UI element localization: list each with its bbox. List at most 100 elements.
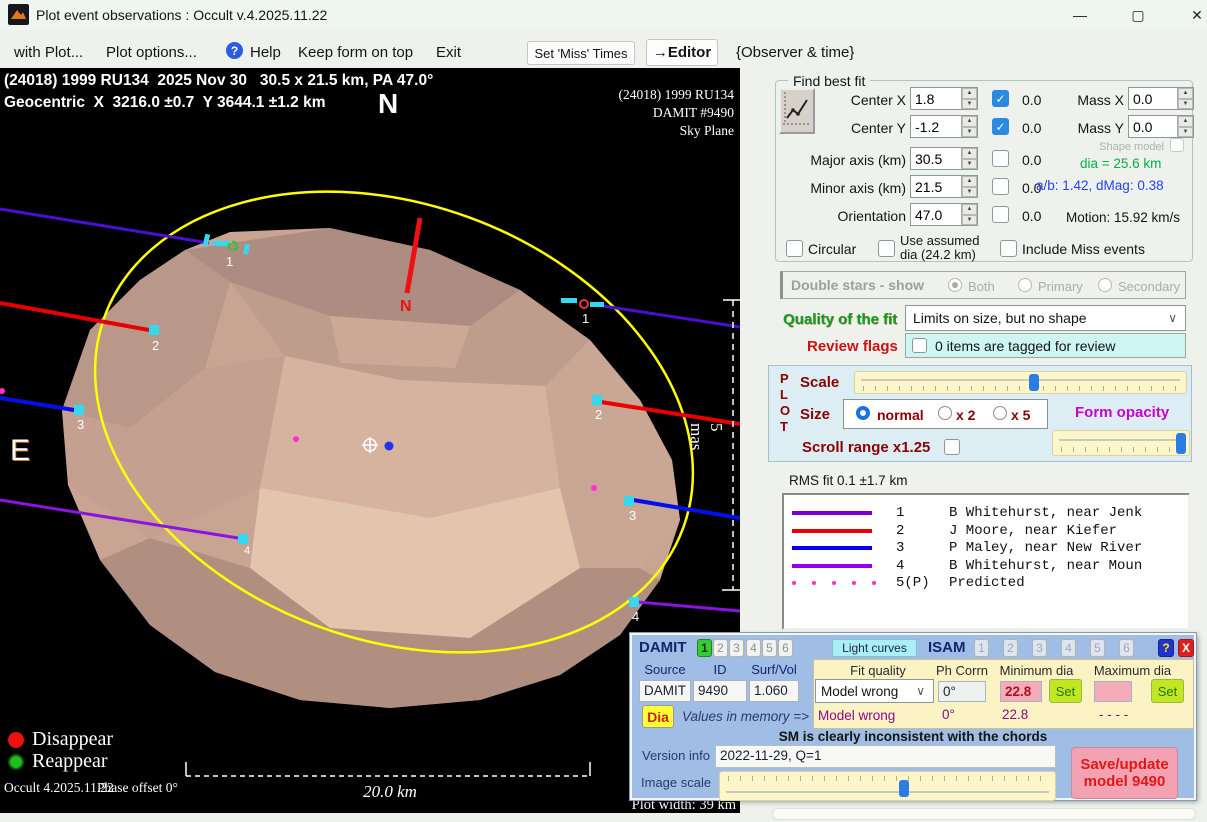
center-y-checkbox[interactable]: ✓ (992, 118, 1009, 135)
maximize-icon[interactable]: ▢ (1123, 4, 1153, 26)
damit-close-icon[interactable]: X (1178, 639, 1194, 657)
scale-slider-thumb[interactable] (1029, 374, 1039, 391)
center-x-input[interactable] (911, 88, 961, 109)
center-x-field[interactable]: ▲▼ (910, 87, 978, 110)
size-x2-radio[interactable] (938, 406, 952, 420)
damit-model-2-button[interactable]: 2 (713, 639, 728, 657)
image-scale-thumb[interactable] (899, 780, 909, 797)
use-assumed-checkbox[interactable] (878, 240, 895, 257)
spin-up-icon[interactable]: ▲ (1178, 88, 1193, 99)
mass-x-field[interactable]: ▲▼ (1128, 87, 1194, 110)
damit-help-icon[interactable]: ? (1158, 639, 1174, 657)
close-icon[interactable]: ✕ (1182, 4, 1207, 26)
size-x5-radio[interactable] (993, 406, 1007, 420)
damit-model-6-button[interactable]: 6 (778, 639, 793, 657)
observer-row[interactable]: 1 B Whitehurst, near Jenk (784, 504, 1188, 522)
observer-row[interactable]: 2 J Moore, near Kiefer (784, 522, 1188, 540)
include-miss-checkbox[interactable] (1000, 240, 1017, 257)
circular-checkbox[interactable] (786, 240, 803, 257)
minimize-icon[interactable]: — (1065, 4, 1095, 26)
minor-axis-field[interactable]: ▲▼ (910, 175, 978, 198)
review-flags-checkbox[interactable] (912, 338, 927, 353)
spin-up-icon[interactable]: ▲ (962, 116, 977, 127)
version-info-field[interactable]: 2022-11-29, Q=1 (715, 745, 1056, 768)
observer-row[interactable]: 4 B Whitehurst, near Moun (784, 557, 1188, 575)
major-axis-input[interactable] (911, 148, 961, 169)
damit-model-5-button[interactable]: 5 (762, 639, 777, 657)
observer-row[interactable]: 5(P) Predicted (784, 574, 1188, 592)
form-opacity-thumb[interactable] (1176, 433, 1186, 454)
image-scale-slider[interactable] (719, 771, 1056, 801)
dia-button[interactable]: Dia (642, 705, 674, 728)
save-update-button[interactable]: Save/update model 9490 (1071, 747, 1178, 799)
size-normal-radio[interactable] (856, 406, 870, 420)
isam-2-button[interactable]: 2 (1003, 639, 1018, 657)
spin-down-icon[interactable]: ▼ (962, 187, 977, 198)
light-curves-button[interactable]: Light curves (832, 639, 917, 657)
scale-slider[interactable] (854, 371, 1187, 394)
spin-up-icon[interactable]: ▲ (1178, 116, 1193, 127)
observer-list[interactable]: 1 B Whitehurst, near Jenk 2 J Moore, nea… (782, 493, 1190, 630)
center-x-checkbox[interactable]: ✓ (992, 90, 1009, 107)
spin-down-icon[interactable]: ▼ (962, 127, 977, 138)
scroll-range-checkbox[interactable] (944, 439, 960, 455)
menu-help[interactable]: Help (250, 44, 281, 61)
dia-value-label: dia = 25.6 km (1080, 156, 1161, 171)
spin-down-icon[interactable]: ▼ (962, 99, 977, 110)
spin-up-icon[interactable]: ▲ (962, 176, 977, 187)
fit-quality-dropdown[interactable]: Model wrong ∨ (815, 679, 934, 703)
menu-keep-on-top[interactable]: Keep form on top (298, 44, 413, 61)
quality-dropdown[interactable]: Limits on size, but no shape ∨ (905, 305, 1186, 331)
shape-model-checkbox[interactable] (1170, 138, 1184, 152)
version-info-label: Version info (642, 748, 710, 763)
spin-down-icon[interactable]: ▼ (962, 159, 977, 170)
center-y-field[interactable]: ▲▼ (910, 115, 978, 138)
set-min-button[interactable]: Set (1049, 679, 1082, 703)
use-assumed-label1: Use assumed (900, 233, 979, 248)
menu-exit[interactable]: Exit (436, 44, 461, 61)
secondary-radio[interactable] (1098, 278, 1112, 292)
set-max-button[interactable]: Set (1151, 679, 1184, 703)
both-radio[interactable] (948, 278, 962, 292)
spin-down-icon[interactable]: ▼ (1178, 127, 1193, 138)
help-icon[interactable]: ? (226, 42, 243, 59)
center-y-aux: 0.0 (1022, 120, 1041, 136)
orientation-checkbox[interactable] (992, 206, 1009, 223)
horizontal-scrollbar[interactable] (772, 808, 1196, 820)
menu-with-plot[interactable]: with Plot... (14, 44, 83, 61)
spin-up-icon[interactable]: ▲ (962, 204, 977, 215)
observer-row[interactable]: 3 P Maley, near New River (784, 539, 1188, 557)
isam-1-button[interactable]: 1 (974, 639, 989, 657)
orientation-field[interactable]: ▲▼ (910, 203, 978, 226)
mass-x-input[interactable] (1129, 88, 1177, 109)
ph-corrn-field[interactable]: 0° (938, 681, 986, 702)
primary-radio[interactable] (1018, 278, 1032, 292)
damit-model-1-button[interactable]: 1 (697, 639, 712, 657)
isam-6-button[interactable]: 6 (1119, 639, 1134, 657)
center-y-input[interactable] (911, 116, 961, 137)
damit-model-3-button[interactable]: 3 (729, 639, 744, 657)
mass-y-field[interactable]: ▲▼ (1128, 115, 1194, 138)
spin-down-icon[interactable]: ▼ (962, 215, 977, 226)
set-miss-times-button[interactable]: Set 'Miss' Times (527, 41, 635, 65)
mass-y-input[interactable] (1129, 116, 1177, 137)
minor-axis-input[interactable] (911, 176, 961, 197)
major-axis-checkbox[interactable] (992, 150, 1009, 167)
reappear-label: Reappear (32, 750, 108, 773)
min-dia-field[interactable]: 22.8 (1000, 681, 1042, 702)
spin-up-icon[interactable]: ▲ (962, 148, 977, 159)
editor-button[interactable]: →Editor (646, 39, 718, 66)
damit-model-4-button[interactable]: 4 (746, 639, 761, 657)
isam-4-button[interactable]: 4 (1061, 639, 1076, 657)
spin-down-icon[interactable]: ▼ (1178, 99, 1193, 110)
isam-3-button[interactable]: 3 (1032, 639, 1047, 657)
max-dia-field[interactable] (1094, 681, 1132, 702)
sky-plane-plot[interactable]: (24018) 1999 RU134 2025 Nov 30 30.5 x 21… (0, 68, 740, 813)
menu-plot-options[interactable]: Plot options... (106, 44, 197, 61)
isam-5-button[interactable]: 5 (1090, 639, 1105, 657)
major-axis-field[interactable]: ▲▼ (910, 147, 978, 170)
minor-axis-checkbox[interactable] (992, 178, 1009, 195)
form-opacity-slider[interactable] (1052, 430, 1190, 456)
orientation-input[interactable] (911, 204, 961, 225)
spin-up-icon[interactable]: ▲ (962, 88, 977, 99)
